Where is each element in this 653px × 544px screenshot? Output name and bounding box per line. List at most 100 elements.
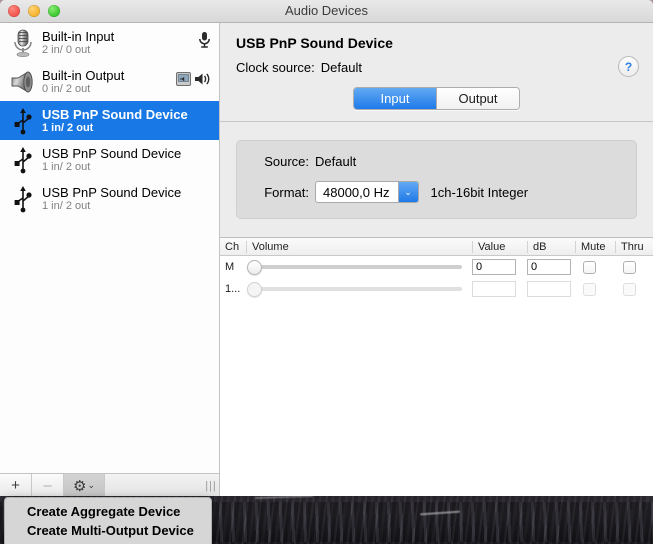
device-channels: 1 in/ 2 out: [42, 199, 91, 212]
cell-ch: 1...: [225, 283, 241, 295]
default-input-mic-icon: [198, 31, 211, 54]
table-row: M 0 0: [220, 256, 653, 278]
cell-mute: [575, 282, 615, 296]
source-row: Source: Default: [253, 154, 620, 169]
source-value: Default: [315, 154, 357, 169]
menu-item-create-multi-output-device[interactable]: Create Multi-Output Device: [5, 521, 211, 540]
cell-db: [527, 281, 575, 297]
thru-checkbox[interactable]: [623, 282, 636, 296]
chevron-down-icon: ⌄: [87, 480, 95, 490]
column-header-mute[interactable]: Mute: [575, 240, 615, 253]
cell-volume: [246, 259, 472, 275]
value-input[interactable]: [472, 281, 516, 297]
device-info: Built-in Input 2 in/ 0 out: [40, 29, 198, 57]
usb-icon: [6, 182, 40, 216]
cell-db: 0: [527, 259, 575, 275]
device-list: Built-in Input 2 in/ 0 out Built-in Outp…: [0, 23, 219, 473]
device-info: Built-in Output 0 in/ 2 out: [40, 68, 176, 96]
format-select[interactable]: 48000,0 Hz ⌄: [315, 181, 419, 203]
db-input[interactable]: [527, 281, 571, 297]
device-name: USB PnP Sound Device: [42, 184, 182, 200]
column-header-db[interactable]: dB: [527, 240, 575, 253]
device-row-built-in-output[interactable]: Built-in Output 0 in/ 2 out: [0, 62, 219, 101]
format-label: Format:: [264, 184, 309, 200]
device-name: USB PnP Sound Device: [42, 145, 182, 161]
default-output-speaker-icon: [194, 71, 211, 92]
usb-icon: [6, 143, 40, 177]
device-row-usb-pnp-sound-device-3[interactable]: USB PnP Sound Device 1 in/ 2 out: [0, 179, 219, 218]
io-tab-bar: Input Output: [236, 87, 637, 110]
cell-value: 0: [472, 259, 527, 275]
mute-checkbox[interactable]: [583, 282, 596, 296]
gear-icon: ⚙: [73, 477, 87, 495]
system-sound-output-icon: [176, 72, 191, 91]
slider-knob[interactable]: [247, 281, 262, 297]
slider-track: [256, 265, 462, 269]
db-input[interactable]: 0: [527, 259, 571, 275]
microphone-icon: [6, 26, 40, 60]
device-info: USB PnP Sound Device 1 in/ 2 out: [40, 146, 213, 174]
format-panel: Source: Default Format: 48000,0 Hz ⌄ 1ch…: [236, 140, 637, 219]
format-select-value: 48000,0 Hz: [323, 184, 390, 200]
cell-value: [472, 281, 527, 297]
menu-item-create-aggregate-device[interactable]: Create Aggregate Device: [5, 502, 211, 521]
cell-thru: [615, 260, 653, 274]
format-description: 1ch-16bit Integer: [430, 184, 529, 200]
device-row-built-in-input[interactable]: Built-in Input 2 in/ 0 out: [0, 23, 219, 62]
volume-slider[interactable]: [246, 259, 472, 275]
cell-thru: [615, 282, 653, 296]
speaker-icon: [6, 65, 40, 99]
volume-slider[interactable]: [246, 281, 472, 297]
device-channels: 2 in/ 0 out: [42, 43, 91, 56]
pane-header: USB PnP Sound Device Clock source: Defaul…: [220, 23, 653, 110]
sidebar-toolbar: + – ⚙ ⌄ |||: [0, 473, 219, 496]
add-device-button[interactable]: +: [0, 474, 32, 496]
tab-output[interactable]: Output: [436, 88, 519, 109]
help-button[interactable]: ?: [618, 56, 639, 77]
action-gear-menu-button[interactable]: ⚙ ⌄: [64, 474, 105, 496]
device-name: USB PnP Sound Device: [42, 106, 188, 122]
value-input[interactable]: 0: [472, 259, 516, 275]
column-header-thru[interactable]: Thru: [615, 240, 653, 253]
audio-devices-window: Audio Devices Built-in Input 2 in/ 0 out…: [0, 0, 653, 496]
cell-volume: [246, 281, 472, 297]
slider-track: [256, 287, 462, 291]
usb-icon: [6, 104, 40, 138]
cell-ch: M: [225, 261, 235, 273]
device-detail-pane: USB PnP Sound Device Clock source: Defaul…: [220, 23, 653, 496]
remove-device-button[interactable]: –: [32, 474, 64, 496]
device-badges: [198, 31, 213, 54]
resize-grip[interactable]: |||: [203, 474, 219, 496]
chevron-down-icon: ⌄: [397, 182, 418, 202]
column-header-ch[interactable]: Ch: [220, 241, 246, 253]
slider-knob[interactable]: [247, 259, 262, 275]
column-header-value[interactable]: Value: [472, 240, 527, 253]
clock-source-row: Clock source: Default: [236, 60, 637, 75]
thru-checkbox[interactable]: [623, 260, 636, 274]
page-title: USB PnP Sound Device: [236, 35, 393, 51]
pane-divider: [220, 121, 653, 122]
gear-context-menu: Create Aggregate Device Create Multi-Out…: [4, 497, 212, 544]
device-info: USB PnP Sound Device 1 in/ 2 out: [40, 185, 213, 213]
format-row: Format: 48000,0 Hz ⌄ 1ch-16bit Integer: [253, 181, 620, 203]
device-row-usb-pnp-sound-device-2[interactable]: USB PnP Sound Device 1 in/ 2 out: [0, 140, 219, 179]
window-titlebar[interactable]: Audio Devices: [0, 0, 653, 23]
cell-mute: [575, 260, 615, 274]
device-row-usb-pnp-sound-device-1[interactable]: USB PnP Sound Device 1 in/ 2 out: [0, 101, 219, 140]
tab-input[interactable]: Input: [354, 88, 436, 109]
table-header-row: Ch Volume Value dB Mute Thru: [220, 238, 653, 256]
device-badges: [176, 71, 213, 92]
clock-source-value[interactable]: Default: [321, 60, 362, 75]
input-output-segmented-control: Input Output: [353, 87, 520, 110]
window-title: Audio Devices: [284, 3, 369, 18]
source-label: Source:: [264, 154, 309, 169]
device-channels: 0 in/ 2 out: [42, 82, 91, 95]
device-name: Built-in Output: [42, 67, 125, 83]
device-name: Built-in Input: [42, 28, 115, 44]
channel-table: Ch Volume Value dB Mute Thru M 0 0 1...: [220, 237, 653, 496]
column-header-volume[interactable]: Volume: [246, 240, 472, 253]
device-info: USB PnP Sound Device 1 in/ 2 out: [40, 107, 213, 135]
device-sidebar: Built-in Input 2 in/ 0 out Built-in Outp…: [0, 23, 220, 496]
mute-checkbox[interactable]: [583, 260, 596, 274]
